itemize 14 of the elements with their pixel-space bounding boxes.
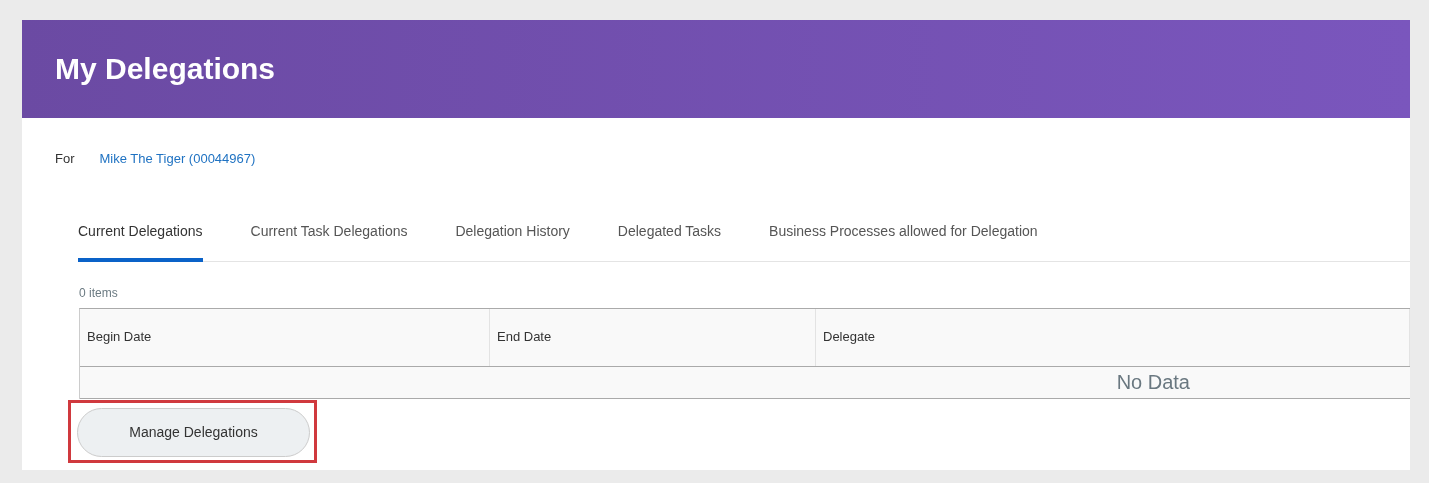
column-header: End Date xyxy=(490,308,816,366)
tab[interactable]: Delegated Tasks xyxy=(617,220,722,262)
tab[interactable]: Current Delegations xyxy=(78,220,203,262)
for-label: For xyxy=(55,150,75,168)
worker-link[interactable]: Mike The Tiger (00044967) xyxy=(99,149,256,169)
column-header: Delegate xyxy=(816,308,1410,366)
page-title: My Delegations xyxy=(55,51,276,87)
item-count: 0 items xyxy=(79,284,119,302)
empty-message: No Data xyxy=(1116,370,1190,395)
manage-delegations-button[interactable]: Manage Delegations xyxy=(77,407,310,457)
tab[interactable]: Delegation History xyxy=(455,220,570,262)
tab[interactable]: Business Processes allowed for Delegation xyxy=(769,220,1038,262)
column-header: Begin Date xyxy=(80,308,490,366)
tab[interactable]: Current Task Delegations xyxy=(250,220,408,262)
